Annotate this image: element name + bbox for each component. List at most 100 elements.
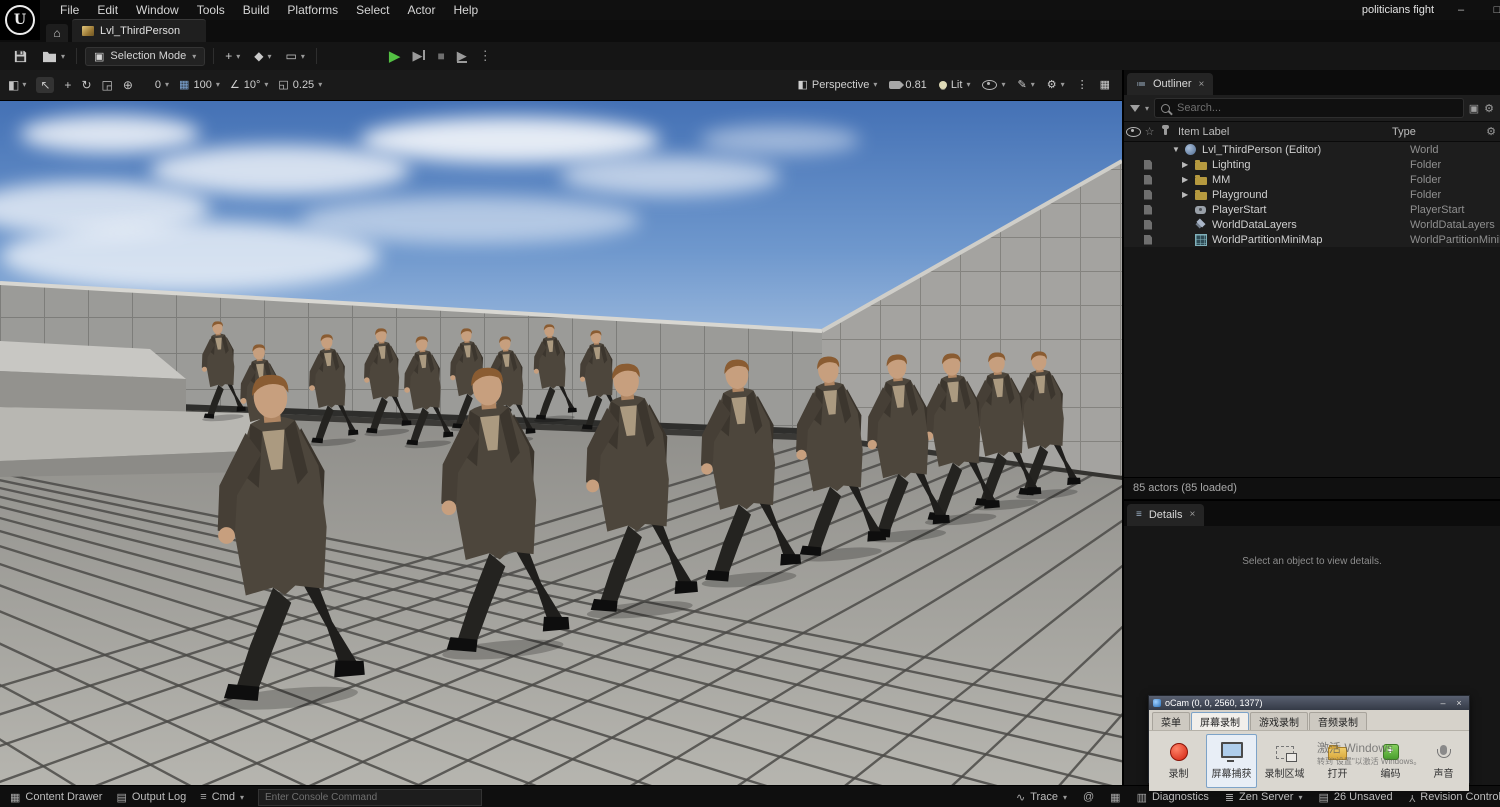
viewport-settings-dropdown[interactable]: ⚙ ▾ <box>1047 78 1065 91</box>
minimize-button[interactable]: – <box>1452 4 1470 16</box>
ocam-button[interactable]: 录制区域 <box>1259 734 1310 788</box>
outliner-row[interactable]: ▶ Playground Folder <box>1124 187 1500 202</box>
outliner-row[interactable]: ▶ Lighting Folder <box>1124 157 1500 172</box>
move-tool-button[interactable]: + <box>64 78 71 92</box>
filter-icon[interactable] <box>1130 104 1140 112</box>
frame-skip-button[interactable]: ▶ <box>412 48 425 64</box>
quick-add-button[interactable]: + ▾ <box>222 47 243 65</box>
rotate-tool-button[interactable]: ↻ <box>81 78 91 92</box>
lit-dropdown[interactable]: Lit ▾ <box>938 79 970 91</box>
caret-icon: ▾ <box>1030 80 1035 90</box>
ocam-tab[interactable]: 游戏录制 <box>1250 712 1308 730</box>
star-column-icon[interactable]: ☆ <box>1142 125 1157 138</box>
expander-arrow[interactable]: ▼ <box>1172 145 1183 154</box>
zen-server-dropdown[interactable]: ≣ Zen Server ▾ <box>1225 791 1303 804</box>
diagnostics-button[interactable]: ▥ Diagnostics <box>1137 791 1209 804</box>
outliner-settings-gear-icon[interactable]: ⚙ <box>1484 102 1494 115</box>
play-options-kebab-icon[interactable]: ⋮ <box>479 48 492 64</box>
ocam-button[interactable]: 声音 <box>1418 734 1469 788</box>
rotate-snap-dropdown[interactable]: ∠ 10° ▾ <box>230 78 269 92</box>
menu-item[interactable]: Build <box>235 1 278 19</box>
blueprints-button[interactable]: ◆ ▾ <box>251 47 274 65</box>
cmd-dropdown[interactable]: ≡ Cmd ▾ <box>200 791 244 803</box>
menu-item[interactable]: Edit <box>89 1 126 19</box>
menu-item[interactable]: Window <box>128 1 187 19</box>
outliner-row[interactable]: WorldPartitionMiniMap WorldPartitionMini… <box>1124 232 1500 247</box>
ocam-button[interactable]: 打开 <box>1312 734 1363 788</box>
pin-column-icon[interactable] <box>1162 125 1169 135</box>
outliner-row[interactable]: ▼ Lvl_ThirdPerson (Editor) World <box>1124 142 1500 157</box>
save-search-icon[interactable]: ▣ <box>1469 102 1479 115</box>
menu-item[interactable]: Actor <box>399 1 443 19</box>
details-close-icon[interactable]: × <box>1189 509 1195 520</box>
menu-item[interactable]: Help <box>445 1 486 19</box>
menu-item[interactable]: Platforms <box>279 1 346 19</box>
scale-snap-dropdown[interactable]: ◱ 0.25 ▾ <box>278 78 322 92</box>
output-log-button[interactable]: ▤ Output Log <box>116 791 186 804</box>
viewmode-brush-dropdown[interactable]: ✎ ▾ <box>1017 78 1034 91</box>
caret-icon: ▾ <box>873 80 878 90</box>
trace-dropdown[interactable]: ∿ Trace ▾ <box>1016 791 1067 804</box>
move-snap-dropdown[interactable]: 0 ▾ <box>155 79 169 91</box>
outliner-search-box[interactable] <box>1154 98 1464 118</box>
viewport-3d[interactable] <box>0 100 1122 785</box>
maximize-viewport-icon[interactable]: ▦ <box>1100 78 1110 91</box>
ocam-minimize-button[interactable]: – <box>1437 698 1449 708</box>
home-button[interactable]: ⌂ <box>46 24 68 42</box>
revision-control-dropdown[interactable]: YRevision Control▾ <box>1409 791 1500 803</box>
launch-button[interactable]: ▶ <box>456 49 467 63</box>
select-tool-button[interactable]: ↖ <box>36 76 55 93</box>
play-button[interactable]: ▶ <box>389 47 401 65</box>
camera-speed-button[interactable]: 0.81 <box>889 79 927 91</box>
ocam-button[interactable]: 屏幕捕获 <box>1206 734 1257 788</box>
grid-size-dropdown[interactable]: ▦ 100 ▾ <box>179 78 220 92</box>
perspective-dropdown[interactable]: ◧ Perspective ▾ <box>797 78 878 92</box>
menu-item[interactable]: Select <box>348 1 397 19</box>
cinematics-button[interactable]: ▭ ▾ <box>283 47 308 65</box>
ocam-tab[interactable]: 屏幕录制 <box>1191 712 1249 730</box>
expander-arrow[interactable]: ▶ <box>1182 160 1193 169</box>
ocam-close-button[interactable]: × <box>1453 698 1465 708</box>
selection-mode-dropdown[interactable]: ▣ Selection Mode ▾ <box>85 46 206 66</box>
ocam-button[interactable]: 编码 <box>1365 734 1416 788</box>
at-icon[interactable]: @ <box>1083 791 1094 803</box>
outliner-row[interactable]: PlayerStart PlayerStart <box>1124 202 1500 217</box>
tab-outliner[interactable]: ≔ Outliner × <box>1127 73 1214 95</box>
save-button[interactable] <box>10 47 31 66</box>
character-figure[interactable] <box>556 358 711 624</box>
visibility-column-icon[interactable] <box>1125 126 1141 137</box>
column-settings-gear-icon[interactable]: ⚙ <box>1482 125 1500 138</box>
console-input[interactable] <box>257 788 482 806</box>
ocam-tab[interactable]: 音频录制 <box>1309 712 1367 730</box>
character-figure[interactable] <box>179 368 382 717</box>
content-browser-button[interactable]: ▾ <box>39 48 68 65</box>
tab-details[interactable]: ≡ Details × <box>1127 503 1205 526</box>
unreal-logo[interactable]: U <box>0 0 40 40</box>
expander-arrow[interactable]: ▶ <box>1182 190 1193 199</box>
maximize-button[interactable]: □ <box>1488 4 1500 16</box>
world-space-button[interactable]: ⊕ <box>123 78 133 92</box>
search-input[interactable] <box>1175 101 1457 115</box>
menu-item[interactable]: File <box>52 1 87 19</box>
outliner-row[interactable]: WorldDataLayers WorldDataLayers <box>1124 217 1500 232</box>
unsaved-button[interactable]: ▤ 26 Unsaved <box>1318 791 1392 804</box>
stop-button[interactable]: ■ <box>437 49 444 63</box>
ocam-tab[interactable]: 菜单 <box>1152 712 1190 730</box>
caret-icon[interactable]: ▾ <box>1145 104 1149 113</box>
scale-tool-button[interactable]: ◲ <box>102 78 113 92</box>
menu-item[interactable]: Tools <box>189 1 233 19</box>
ocam-button[interactable]: 录制 <box>1153 734 1204 788</box>
viewport-options-button[interactable]: ◧ ▾ <box>8 78 26 92</box>
show-flags-dropdown[interactable]: ▾ <box>982 79 1005 90</box>
column-item-label[interactable]: Item Label <box>1174 126 1392 138</box>
expander-arrow[interactable]: ▶ <box>1182 175 1193 184</box>
tab-level[interactable]: Lvl_ThirdPerson <box>72 19 207 42</box>
viewport-kebab-icon[interactable]: ⋮ <box>1077 78 1088 91</box>
grid-status-icon[interactable]: ▦ <box>1110 791 1120 804</box>
content-drawer-button[interactable]: ▦ Content Drawer <box>10 791 102 804</box>
character-figure[interactable] <box>407 361 584 665</box>
outliner-close-icon[interactable]: × <box>1199 79 1205 90</box>
column-type[interactable]: Type <box>1392 126 1482 138</box>
camera-icon <box>889 80 905 89</box>
outliner-row[interactable]: ▶ MM Folder <box>1124 172 1500 187</box>
